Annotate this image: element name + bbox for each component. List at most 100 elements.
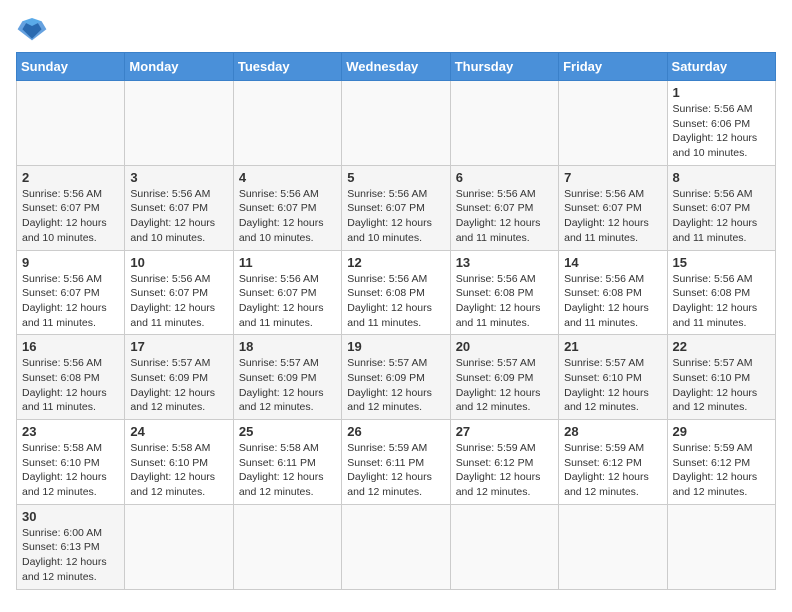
calendar-cell: 18 Sunrise: 5:57 AM Sunset: 6:09 PM Dayli… (233, 335, 341, 420)
day-info: Sunrise: 5:56 AM Sunset: 6:07 PM Dayligh… (456, 187, 553, 246)
calendar-cell: 12 Sunrise: 5:56 AM Sunset: 6:08 PM Dayli… (342, 250, 450, 335)
day-number: 13 (456, 255, 553, 270)
day-number: 18 (239, 339, 336, 354)
calendar-cell (342, 504, 450, 589)
calendar-cell: 8 Sunrise: 5:56 AM Sunset: 6:07 PM Daylig… (667, 165, 775, 250)
day-number: 14 (564, 255, 661, 270)
day-number: 4 (239, 170, 336, 185)
calendar-cell: 10 Sunrise: 5:56 AM Sunset: 6:07 PM Dayli… (125, 250, 233, 335)
calendar-cell: 25 Sunrise: 5:58 AM Sunset: 6:11 PM Dayli… (233, 420, 341, 505)
calendar-cell: 14 Sunrise: 5:56 AM Sunset: 6:08 PM Dayli… (559, 250, 667, 335)
week-row-4: 16 Sunrise: 5:56 AM Sunset: 6:08 PM Dayli… (17, 335, 776, 420)
calendar-cell: 20Sunrise: 5:57 AM Sunset: 6:09 PM Dayli… (450, 335, 558, 420)
day-number: 21 (564, 339, 661, 354)
day-header-saturday: Saturday (667, 53, 775, 81)
day-info: Sunrise: 5:59 AM Sunset: 6:12 PM Dayligh… (456, 441, 553, 500)
general-blue-logo-icon (16, 16, 48, 44)
day-number: 28 (564, 424, 661, 439)
calendar-cell: 23Sunrise: 5:58 AM Sunset: 6:10 PM Dayli… (17, 420, 125, 505)
calendar-cell: 5 Sunrise: 5:56 AM Sunset: 6:07 PM Daylig… (342, 165, 450, 250)
calendar-cell (17, 81, 125, 166)
day-number: 5 (347, 170, 444, 185)
day-info: Sunrise: 5:56 AM Sunset: 6:08 PM Dayligh… (347, 272, 444, 331)
day-info: Sunrise: 5:59 AM Sunset: 6:12 PM Dayligh… (673, 441, 770, 500)
week-row-1: 1Sunrise: 5:56 AM Sunset: 6:06 PM Daylig… (17, 81, 776, 166)
day-header-monday: Monday (125, 53, 233, 81)
day-number: 27 (456, 424, 553, 439)
calendar-cell: 17 Sunrise: 5:57 AM Sunset: 6:09 PM Dayli… (125, 335, 233, 420)
calendar-cell (233, 81, 341, 166)
calendar-cell: 30Sunrise: 6:00 AM Sunset: 6:13 PM Dayli… (17, 504, 125, 589)
day-header-tuesday: Tuesday (233, 53, 341, 81)
day-info: Sunrise: 5:56 AM Sunset: 6:07 PM Dayligh… (22, 187, 119, 246)
calendar-cell: 22Sunrise: 5:57 AM Sunset: 6:10 PM Dayli… (667, 335, 775, 420)
day-info: Sunrise: 5:56 AM Sunset: 6:08 PM Dayligh… (22, 356, 119, 415)
day-number: 6 (456, 170, 553, 185)
calendar-cell: 9 Sunrise: 5:56 AM Sunset: 6:07 PM Daylig… (17, 250, 125, 335)
calendar-cell (125, 81, 233, 166)
calendar-cell: 24Sunrise: 5:58 AM Sunset: 6:10 PM Dayli… (125, 420, 233, 505)
calendar-cell: 2 Sunrise: 5:56 AM Sunset: 6:07 PM Daylig… (17, 165, 125, 250)
day-info: Sunrise: 5:56 AM Sunset: 6:07 PM Dayligh… (347, 187, 444, 246)
day-header-wednesday: Wednesday (342, 53, 450, 81)
calendar-cell (125, 504, 233, 589)
day-number: 7 (564, 170, 661, 185)
day-number: 15 (673, 255, 770, 270)
day-info: Sunrise: 5:57 AM Sunset: 6:09 PM Dayligh… (130, 356, 227, 415)
day-info: Sunrise: 5:58 AM Sunset: 6:11 PM Dayligh… (239, 441, 336, 500)
calendar-cell: 21Sunrise: 5:57 AM Sunset: 6:10 PM Dayli… (559, 335, 667, 420)
day-number: 2 (22, 170, 119, 185)
day-info: Sunrise: 5:59 AM Sunset: 6:11 PM Dayligh… (347, 441, 444, 500)
day-info: Sunrise: 5:57 AM Sunset: 6:09 PM Dayligh… (347, 356, 444, 415)
day-number: 9 (22, 255, 119, 270)
day-number: 12 (347, 255, 444, 270)
day-info: Sunrise: 5:58 AM Sunset: 6:10 PM Dayligh… (22, 441, 119, 500)
week-row-6: 30Sunrise: 6:00 AM Sunset: 6:13 PM Dayli… (17, 504, 776, 589)
days-of-week-row: SundayMondayTuesdayWednesdayThursdayFrid… (17, 53, 776, 81)
week-row-3: 9 Sunrise: 5:56 AM Sunset: 6:07 PM Daylig… (17, 250, 776, 335)
day-info: Sunrise: 5:56 AM Sunset: 6:07 PM Dayligh… (130, 272, 227, 331)
day-number: 10 (130, 255, 227, 270)
calendar-table: SundayMondayTuesdayWednesdayThursdayFrid… (16, 52, 776, 590)
calendar-cell (559, 504, 667, 589)
calendar-cell: 19Sunrise: 5:57 AM Sunset: 6:09 PM Dayli… (342, 335, 450, 420)
day-number: 26 (347, 424, 444, 439)
day-number: 16 (22, 339, 119, 354)
day-info: Sunrise: 5:58 AM Sunset: 6:10 PM Dayligh… (130, 441, 227, 500)
day-info: Sunrise: 5:57 AM Sunset: 6:09 PM Dayligh… (239, 356, 336, 415)
day-number: 17 (130, 339, 227, 354)
logo (16, 16, 52, 44)
day-info: Sunrise: 5:59 AM Sunset: 6:12 PM Dayligh… (564, 441, 661, 500)
calendar-cell (559, 81, 667, 166)
calendar-cell: 28 Sunrise: 5:59 AM Sunset: 6:12 PM Dayli… (559, 420, 667, 505)
day-header-sunday: Sunday (17, 53, 125, 81)
calendar-cell: 13Sunrise: 5:56 AM Sunset: 6:08 PM Dayli… (450, 250, 558, 335)
calendar-cell: 7Sunrise: 5:56 AM Sunset: 6:07 PM Daylig… (559, 165, 667, 250)
page-header (16, 16, 776, 44)
day-info: Sunrise: 5:56 AM Sunset: 6:08 PM Dayligh… (673, 272, 770, 331)
day-number: 29 (673, 424, 770, 439)
calendar-cell (342, 81, 450, 166)
day-info: Sunrise: 5:57 AM Sunset: 6:09 PM Dayligh… (456, 356, 553, 415)
calendar-cell (233, 504, 341, 589)
calendar-cell: 26 Sunrise: 5:59 AM Sunset: 6:11 PM Dayli… (342, 420, 450, 505)
day-info: Sunrise: 5:56 AM Sunset: 6:06 PM Dayligh… (673, 102, 770, 161)
day-header-friday: Friday (559, 53, 667, 81)
calendar-cell: 4 Sunrise: 5:56 AM Sunset: 6:07 PM Daylig… (233, 165, 341, 250)
day-number: 11 (239, 255, 336, 270)
day-number: 22 (673, 339, 770, 354)
calendar-cell: 16 Sunrise: 5:56 AM Sunset: 6:08 PM Dayli… (17, 335, 125, 420)
day-info: Sunrise: 5:56 AM Sunset: 6:07 PM Dayligh… (239, 187, 336, 246)
calendar-cell: 27 Sunrise: 5:59 AM Sunset: 6:12 PM Dayli… (450, 420, 558, 505)
day-info: Sunrise: 5:56 AM Sunset: 6:07 PM Dayligh… (22, 272, 119, 331)
day-info: Sunrise: 5:56 AM Sunset: 6:08 PM Dayligh… (564, 272, 661, 331)
calendar-cell (667, 504, 775, 589)
day-info: Sunrise: 5:56 AM Sunset: 6:07 PM Dayligh… (239, 272, 336, 331)
day-number: 25 (239, 424, 336, 439)
calendar-cell (450, 504, 558, 589)
calendar-cell (450, 81, 558, 166)
day-number: 30 (22, 509, 119, 524)
calendar-cell: 29 Sunrise: 5:59 AM Sunset: 6:12 PM Dayli… (667, 420, 775, 505)
day-number: 8 (673, 170, 770, 185)
day-info: Sunrise: 5:56 AM Sunset: 6:07 PM Dayligh… (673, 187, 770, 246)
